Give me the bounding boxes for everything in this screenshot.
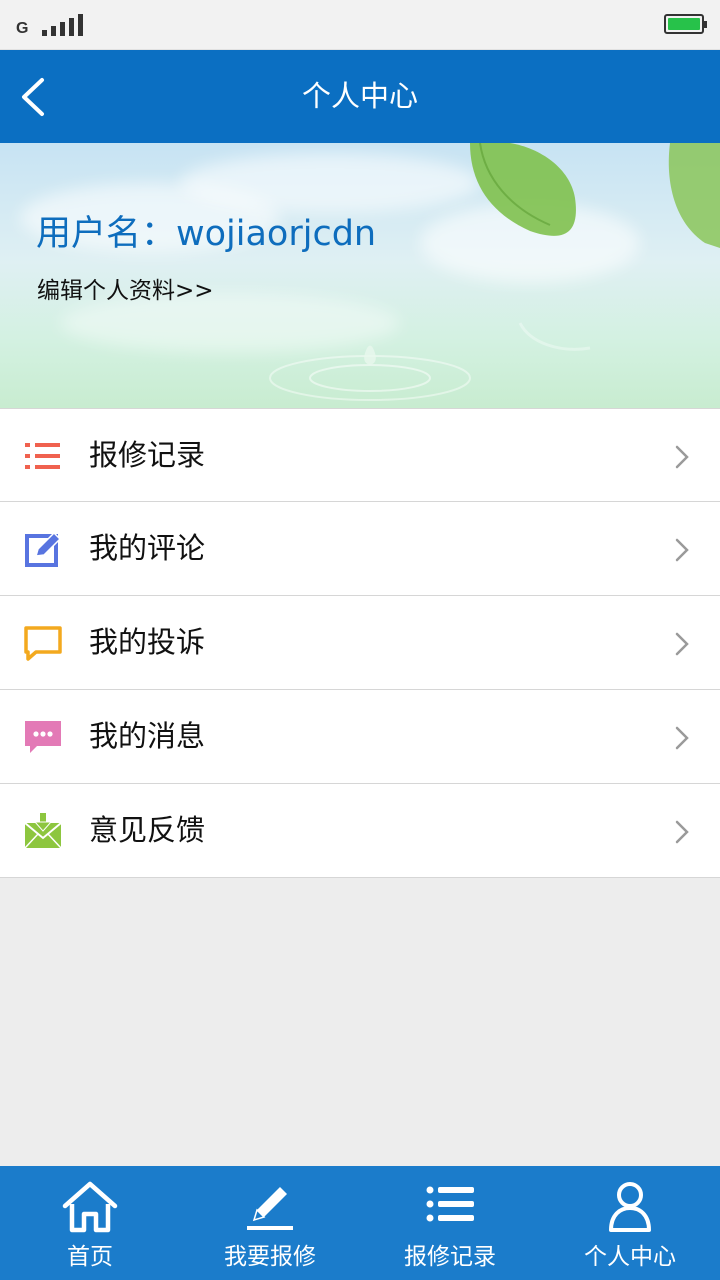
nav-item-report-repair[interactable]: 我要报修: [180, 1166, 360, 1280]
nav-label: 首页: [67, 1244, 113, 1270]
water-ripple-decoration: [269, 345, 471, 401]
profile-banner: 用户名：wojiaorjcdn 编辑个人资料>>: [0, 143, 720, 408]
status-bar: G: [0, 0, 720, 50]
bottom-nav: 首页 我要报修 报修记录 个人中心: [0, 1166, 720, 1280]
speech-bubble-icon: [24, 626, 62, 661]
page-title: 个人中心: [301, 79, 418, 113]
leaf-decoration: [470, 143, 720, 351]
menu-item-feedback[interactable]: 意见反馈: [0, 784, 720, 878]
list-icon: [25, 443, 60, 469]
mail-download-icon: [24, 813, 62, 849]
menu-item-label: 意见反馈: [89, 813, 206, 847]
chevron-left-icon: [22, 78, 44, 116]
nav-label: 个人中心: [584, 1244, 676, 1270]
back-button[interactable]: [14, 72, 64, 122]
menu-item-my-complaints[interactable]: 我的投诉: [0, 596, 720, 690]
menu-item-my-comments[interactable]: 我的评论: [0, 502, 720, 596]
chevron-right-icon: [675, 538, 689, 562]
battery-icon: [664, 14, 707, 34]
app-header: 个人中心: [0, 50, 720, 143]
network-type-label: G: [16, 20, 29, 37]
signal-bars-icon: [42, 14, 83, 36]
nav-item-personal-center[interactable]: 个人中心: [540, 1166, 720, 1280]
user-icon: [609, 1182, 651, 1232]
menu-list: 报修记录 我的评论 我的投诉 我的消息 意见反馈: [0, 408, 720, 878]
list-icon: [426, 1186, 474, 1222]
menu-item-label: 我的评论: [89, 531, 206, 565]
chevron-right-icon: [675, 726, 689, 750]
edit-icon: [25, 531, 62, 567]
chevron-right-icon: [675, 445, 689, 469]
message-dots-icon: [25, 721, 61, 753]
nav-item-repair-records[interactable]: 报修记录: [360, 1166, 540, 1280]
chevron-right-icon: [675, 820, 689, 844]
nav-label: 报修记录: [404, 1244, 496, 1270]
username-label: 用户名：wojiaorjcdn: [36, 214, 377, 254]
battery-level: [668, 18, 700, 30]
menu-item-my-messages[interactable]: 我的消息: [0, 690, 720, 784]
pencil-icon: [247, 1187, 293, 1230]
chevron-right-icon: [675, 632, 689, 656]
menu-item-repair-records[interactable]: 报修记录: [0, 408, 720, 502]
nav-item-home[interactable]: 首页: [0, 1166, 180, 1280]
menu-item-label: 我的投诉: [89, 625, 206, 659]
nav-label: 我要报修: [224, 1244, 316, 1270]
home-icon: [62, 1181, 118, 1233]
menu-item-label: 报修记录: [89, 438, 206, 472]
edit-profile-link[interactable]: 编辑个人资料>>: [37, 271, 214, 305]
menu-item-label: 我的消息: [89, 719, 206, 753]
